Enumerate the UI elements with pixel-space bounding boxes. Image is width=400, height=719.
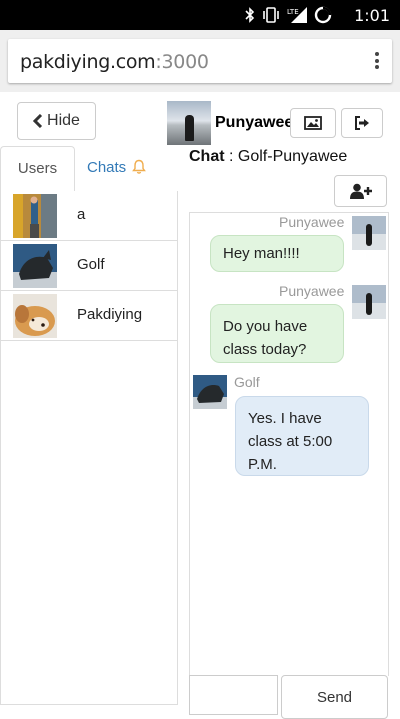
- vibrate-icon: [263, 7, 279, 23]
- user-item-a[interactable]: a: [1, 191, 177, 241]
- message-bubble: Yes. I have class at 5:00 P.M.: [235, 396, 369, 476]
- user-avatar: [13, 194, 57, 238]
- current-user-avatar: [167, 101, 211, 145]
- message-list: Punyawee Hey man!!!! Punyawee Do you hav…: [189, 212, 389, 676]
- hide-button[interactable]: Hide: [17, 102, 96, 140]
- battery-icon: [314, 6, 332, 24]
- send-button[interactable]: Send: [281, 675, 388, 719]
- tab-chats[interactable]: Chats: [87, 146, 167, 190]
- status-bar: LTE 1:01: [0, 0, 400, 30]
- status-icons: LTE: [245, 6, 332, 24]
- current-user-name: Punyawee: [215, 114, 294, 131]
- message-sender: Punyawee: [279, 283, 345, 299]
- send-image-button[interactable]: [290, 108, 336, 138]
- user-name: a: [77, 206, 86, 223]
- logout-button[interactable]: [341, 108, 383, 138]
- chevron-left-icon: [33, 114, 43, 128]
- message-bubble: Hey man!!!!: [210, 235, 344, 272]
- url-host: pakdiying.com: [20, 51, 156, 73]
- message-avatar: [352, 285, 386, 319]
- chat-title: Chat : Golf-Punyawee: [189, 148, 347, 166]
- url-port: :3000: [155, 51, 209, 73]
- message-input[interactable]: [189, 675, 278, 715]
- clock: 1:01: [354, 6, 390, 25]
- svg-text:LTE: LTE: [287, 8, 299, 16]
- message-avatar: [193, 375, 227, 409]
- url-text[interactable]: pakdiying.com:3000: [20, 51, 209, 73]
- overflow-menu-icon[interactable]: [374, 51, 380, 71]
- user-item-golf[interactable]: Golf: [1, 241, 177, 291]
- hide-label: Hide: [47, 112, 80, 129]
- chat-title-prefix: Chat: [189, 148, 225, 165]
- message-sender: Golf: [234, 374, 260, 390]
- bluetooth-icon: [245, 7, 255, 23]
- add-user-button[interactable]: [334, 175, 387, 207]
- lte-signal-icon: LTE: [287, 7, 307, 23]
- browser-toolbar: pakdiying.com:3000: [0, 30, 400, 92]
- user-avatar: [13, 294, 57, 338]
- tab-chats-label: Chats: [87, 159, 127, 176]
- logout-icon: [355, 116, 369, 130]
- user-name: Golf: [77, 256, 105, 273]
- add-user-icon: [349, 183, 372, 199]
- message-avatar: [352, 216, 386, 250]
- tabs: Users Chats: [0, 146, 178, 193]
- user-avatar: [13, 244, 57, 288]
- message-bubble: Do you have class today?: [210, 304, 344, 363]
- address-bar[interactable]: pakdiying.com:3000: [8, 39, 392, 83]
- user-item-pakdiying[interactable]: Pakdiying: [1, 291, 177, 341]
- users-list: a Golf Pakdiying: [0, 191, 178, 705]
- user-name: Pakdiying: [77, 306, 143, 323]
- bell-icon: [132, 159, 147, 174]
- chat-title-name: : Golf-Punyawee: [229, 148, 348, 165]
- message-sender: Punyawee: [279, 214, 345, 230]
- tab-users[interactable]: Users: [0, 146, 75, 193]
- picture-icon: [304, 116, 322, 130]
